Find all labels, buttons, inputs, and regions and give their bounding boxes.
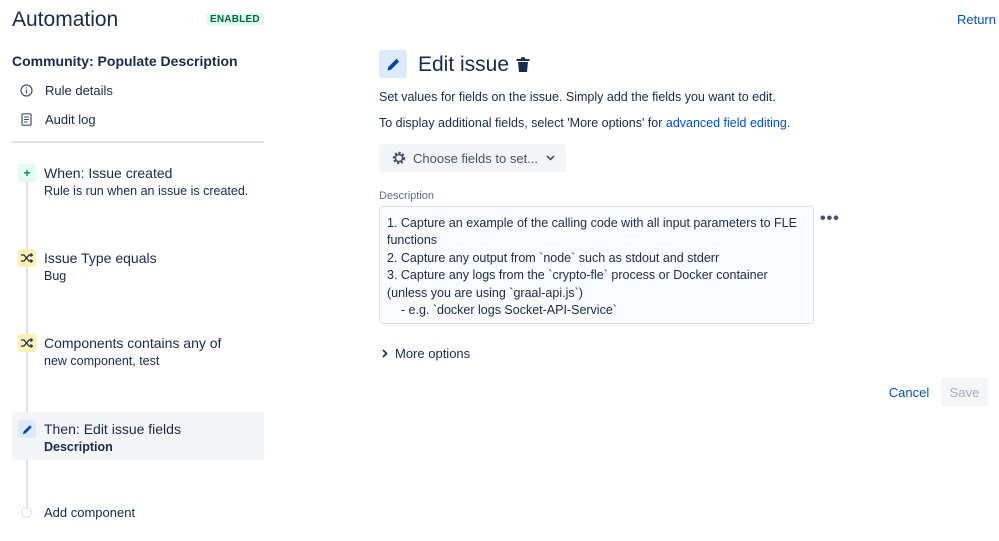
step-title: Issue Type equals — [44, 250, 157, 266]
chevron-right-icon — [382, 349, 388, 358]
add-component-button[interactable]: Add component — [44, 505, 135, 520]
rule-step-trigger[interactable]: + When: Issue created Rule is run when a… — [12, 164, 264, 204]
panel-description: Set values for fields on the issue. Simp… — [379, 90, 776, 104]
rule-step-condition-components[interactable]: Components contains any of new component… — [12, 334, 264, 374]
info-icon — [20, 84, 33, 97]
sidebar-item-audit-log[interactable]: Audit log — [20, 112, 96, 127]
advanced-field-editing-link[interactable]: advanced field editing — [666, 116, 787, 130]
sidebar-item-label: Audit log — [45, 112, 96, 127]
field-label: Description — [379, 190, 435, 202]
more-actions-icon[interactable]: ••• — [820, 210, 840, 228]
step-subtitle: Rule is run when an issue is created. — [44, 184, 249, 198]
description-field[interactable]: 1. Capture an example of the calling cod… — [379, 206, 814, 324]
more-options-label: More options — [395, 346, 471, 361]
choose-fields-button[interactable]: Choose fields to set... — [379, 144, 566, 172]
panel-title: Edit issue — [418, 53, 510, 76]
trash-icon[interactable] — [515, 56, 531, 74]
description-text: To display additional fields, select 'Mo… — [379, 116, 666, 130]
page-title: Automation — [12, 8, 119, 31]
pencil-icon — [379, 50, 407, 78]
pencil-icon — [18, 420, 36, 438]
chevron-down-icon — [546, 155, 555, 161]
step-title: When: Issue created — [44, 165, 173, 181]
choose-fields-label: Choose fields to set... — [413, 150, 539, 166]
panel-description-advanced: To display additional fields, select 'Mo… — [379, 116, 790, 130]
plus-icon: + — [18, 164, 36, 182]
step-title: Components contains any of — [44, 335, 222, 351]
cancel-button[interactable]: Cancel — [885, 378, 933, 406]
gear-icon — [391, 150, 407, 166]
rule-name: Community: Populate Description — [12, 53, 238, 69]
sidebar-item-label: Rule details — [45, 83, 113, 98]
sidebar-item-rule-details[interactable]: Rule details — [20, 83, 113, 98]
step-title: Then: Edit issue fields — [44, 421, 181, 437]
save-button[interactable]: Save — [941, 378, 988, 406]
more-options-toggle[interactable]: More options — [382, 346, 470, 361]
sidebar-divider — [12, 141, 264, 143]
status-badge: ENABLED — [206, 13, 264, 26]
step-subtitle: Bug — [44, 269, 67, 283]
description-text: . — [786, 116, 791, 130]
add-component-dot — [21, 507, 32, 518]
shuffle-icon — [18, 249, 36, 267]
return-link[interactable]: Return — [957, 12, 996, 27]
rule-step-action-edit-issue[interactable]: Then: Edit issue fields Description — [12, 412, 264, 460]
document-icon — [20, 113, 33, 126]
step-subtitle: new component, test — [44, 354, 160, 368]
rule-step-condition-issue-type[interactable]: Issue Type equals Bug — [12, 249, 264, 289]
shuffle-icon — [18, 334, 36, 352]
step-subtitle: Description — [44, 440, 113, 454]
